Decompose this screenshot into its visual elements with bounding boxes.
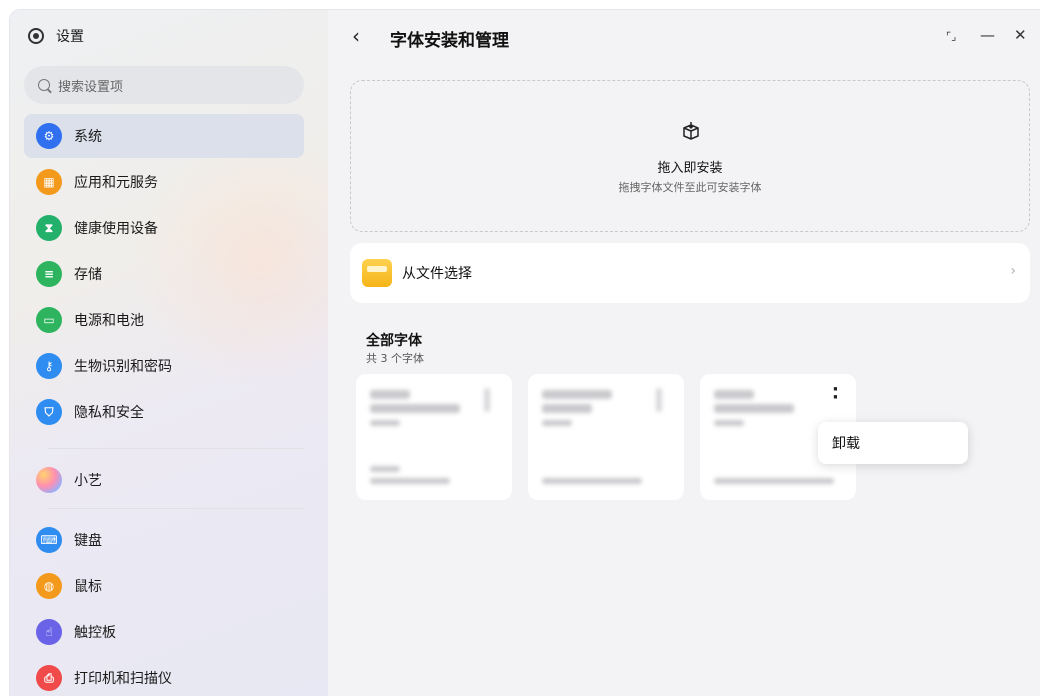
font-count: 共 3 个字体 (366, 352, 424, 365)
box-install-icon (683, 122, 699, 140)
sidebar-item-mouse[interactable]: ◍ 鼠标 (24, 564, 304, 608)
sidebar-item-label: 触控板 (74, 625, 116, 641)
sidebar-item-printer[interactable]: ⎙ 打印机和扫描仪 (24, 656, 304, 696)
sidebar-item-healthy-use[interactable]: ⧗ 健康使用设备 (24, 206, 304, 250)
search-input[interactable]: 搜索设置项 (24, 66, 304, 104)
hourglass-icon: ⧗ (36, 215, 62, 241)
chevron-right-icon: › (1010, 263, 1016, 279)
mouse-icon: ◍ (36, 573, 62, 599)
sidebar-item-label: 隐私和安全 (74, 405, 144, 421)
sidebar-divider (48, 448, 304, 449)
search-placeholder: 搜索设置项 (58, 79, 124, 95)
main-panel: ‹ 字体安装和管理 ⌜⌟ — ✕ 拖入即安装 拖拽字体文件至此可安装字体 从文件… (328, 10, 1040, 696)
font-drop-zone[interactable]: 拖入即安装 拖拽字体文件至此可安装字体 (350, 80, 1030, 232)
battery-icon: ▭ (36, 307, 62, 333)
shield-icon: ⛉ (36, 399, 62, 425)
sidebar-item-touchpad[interactable]: ☝ 触控板 (24, 610, 304, 654)
key-icon: ⚷ (36, 353, 62, 379)
printer-icon: ⎙ (36, 665, 62, 691)
more-icon[interactable] (656, 388, 662, 412)
sidebar-item-keyboard[interactable]: ⌨ 键盘 (24, 518, 304, 562)
select-from-file-label: 从文件选择 (402, 266, 472, 282)
sidebar-item-label: 打印机和扫描仪 (74, 671, 172, 687)
search-icon (38, 79, 50, 91)
font-card[interactable] (356, 374, 512, 500)
uninstall-menu-item[interactable]: 卸载 (818, 422, 968, 464)
section-title: 全部字体 (366, 333, 422, 349)
sidebar-item-label: 存储 (74, 267, 102, 283)
select-from-file-button[interactable]: 从文件选择 › (350, 243, 1030, 303)
more-icon[interactable] (484, 388, 490, 412)
sidebar-item-apps[interactable]: ▦ 应用和元服务 (24, 160, 304, 204)
settings-app-icon (28, 28, 44, 44)
close-icon[interactable]: ✕ (1014, 26, 1027, 44)
assistant-icon (36, 467, 62, 493)
sidebar-item-biometrics[interactable]: ⚷ 生物识别和密码 (24, 344, 304, 388)
more-icon[interactable]: · · (832, 381, 839, 407)
sidebar-item-label: 键盘 (74, 533, 102, 549)
sidebar-item-label: 生物识别和密码 (74, 359, 172, 375)
page-title: 字体安装和管理 (390, 31, 509, 51)
sidebar-item-label: 健康使用设备 (74, 221, 158, 237)
dropzone-subtitle: 拖拽字体文件至此可安装字体 (618, 181, 762, 194)
folder-icon (362, 259, 392, 287)
sidebar-item-battery[interactable]: ▭ 电源和电池 (24, 298, 304, 342)
sidebar-item-system[interactable]: ⚙ 系统 (24, 114, 304, 158)
keyboard-icon: ⌨ (36, 527, 62, 553)
sidebar-divider (48, 508, 304, 509)
sidebar-item-label: 小艺 (74, 473, 102, 489)
sidebar-item-label: 电源和电池 (74, 313, 144, 329)
sidebar-header: 设置 (28, 26, 84, 46)
sidebar-item-label: 系统 (74, 129, 102, 145)
sidebar-item-label: 应用和元服务 (74, 175, 158, 191)
app-title: 设置 (56, 29, 84, 45)
font-card[interactable] (528, 374, 684, 500)
gear-icon: ⚙ (36, 123, 62, 149)
sidebar-item-xiaoyi[interactable]: 小艺 (24, 458, 304, 502)
apps-icon: ▦ (36, 169, 62, 195)
settings-window: 设置 搜索设置项 ⚙ 系统 ▦ 应用和元服务 ⧗ 健康使用设备 ≡ 存储 ▭ 电… (10, 10, 1040, 696)
dropzone-title: 拖入即安装 (657, 161, 723, 176)
storage-icon: ≡ (36, 261, 62, 287)
minimize-icon[interactable]: — (980, 26, 995, 44)
sidebar-item-label: 鼠标 (74, 579, 102, 595)
back-icon[interactable]: ‹ (352, 24, 360, 48)
restore-icon[interactable]: ⌜⌟ (946, 30, 956, 43)
touchpad-icon: ☝ (36, 619, 62, 645)
sidebar: 设置 搜索设置项 ⚙ 系统 ▦ 应用和元服务 ⧗ 健康使用设备 ≡ 存储 ▭ 电… (10, 10, 328, 696)
sidebar-item-privacy[interactable]: ⛉ 隐私和安全 (24, 390, 304, 434)
sidebar-item-storage[interactable]: ≡ 存储 (24, 252, 304, 296)
